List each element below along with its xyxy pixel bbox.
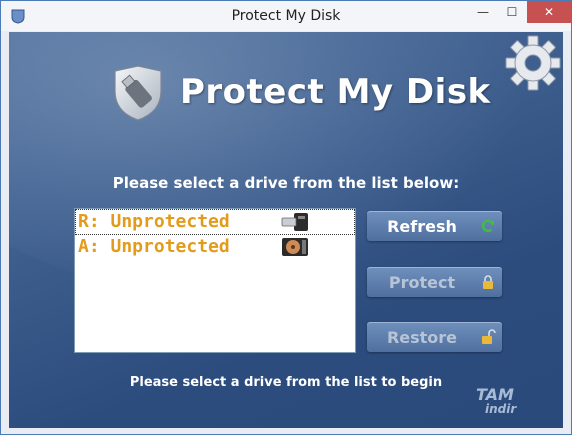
title-bar[interactable]: Protect My Disk — ☐ ✕ — [1, 1, 571, 31]
close-button[interactable]: ✕ — [527, 1, 571, 23]
protect-button-label: Protect — [388, 273, 456, 292]
refresh-icon — [481, 219, 495, 233]
main-panel: Protect My Disk Please select a drive fr… — [9, 32, 563, 428]
drive-item-a[interactable]: A: Unprotected — [76, 235, 354, 259]
logo-title: Protect My Disk — [180, 72, 491, 112]
removable-disk-icon — [282, 238, 308, 256]
drive-label: R: Unprotected — [78, 211, 230, 232]
drive-label: A: Unprotected — [78, 236, 230, 257]
watermark-line2: indir — [485, 402, 517, 416]
restore-button-label: Restore — [386, 328, 458, 347]
usb-drive-icon — [281, 213, 308, 231]
drive-list[interactable]: R: Unprotected A: Unprotected — [74, 208, 356, 353]
refresh-button-label: Refresh — [387, 217, 457, 236]
maximize-button[interactable]: ☐ — [498, 1, 526, 23]
drive-item-r[interactable]: R: Unprotected — [75, 209, 355, 235]
app-window: Protect My Disk — ☐ ✕ Protect My Disk Pl… — [0, 0, 572, 435]
gear-icon[interactable] — [505, 35, 561, 91]
shield-usb-icon — [114, 65, 162, 121]
drive-prompt: Please select a drive from the list belo… — [112, 174, 460, 192]
unlock-icon — [482, 329, 496, 344]
protect-button[interactable]: Protect — [367, 267, 502, 297]
lock-icon — [483, 275, 493, 289]
watermark-logo: TAM indir — [461, 383, 533, 421]
refresh-button[interactable]: Refresh — [367, 211, 502, 241]
minimize-button[interactable]: — — [469, 1, 497, 23]
restore-button[interactable]: Restore — [367, 322, 502, 352]
